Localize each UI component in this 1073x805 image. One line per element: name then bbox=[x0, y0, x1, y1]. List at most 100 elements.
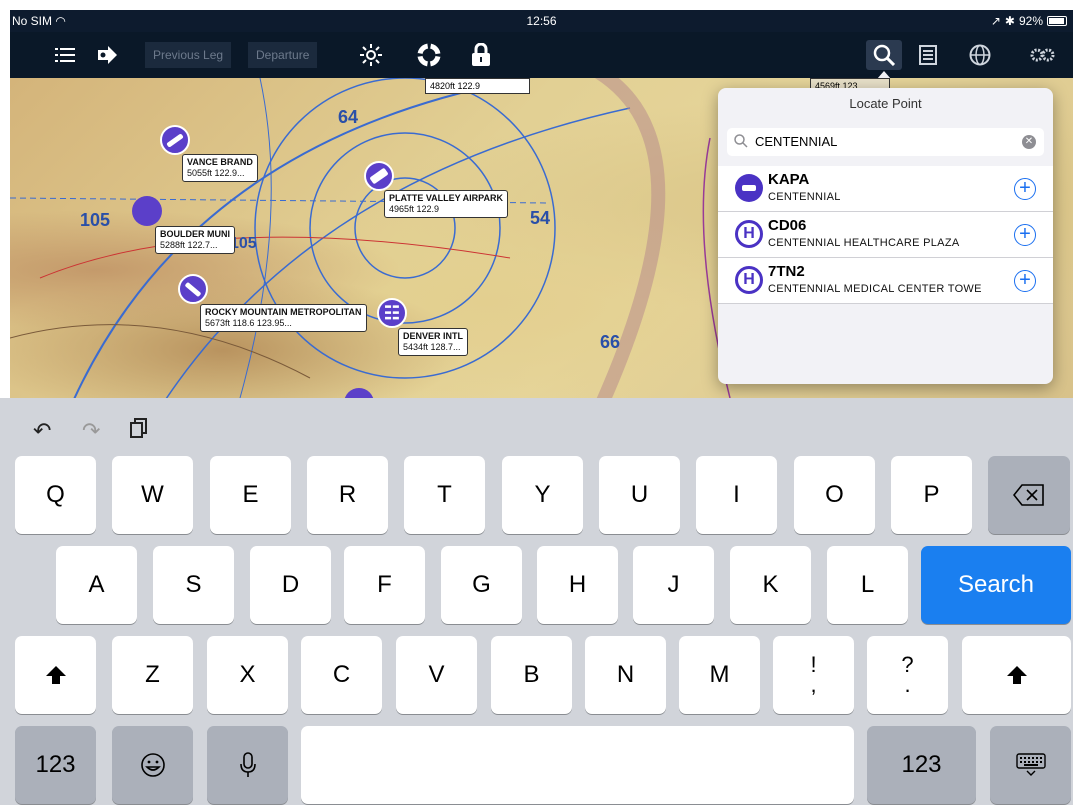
search-icon bbox=[734, 134, 748, 148]
clock: 12:56 bbox=[526, 14, 557, 28]
popover-title: Locate Point bbox=[849, 96, 922, 111]
result-name: CENTENNIAL bbox=[768, 191, 841, 203]
svg-text:64: 64 bbox=[338, 107, 358, 127]
emoji-key[interactable] bbox=[112, 726, 193, 804]
key-s[interactable]: S bbox=[153, 546, 234, 624]
shift-key[interactable] bbox=[15, 636, 96, 714]
dictation-key[interactable] bbox=[207, 726, 288, 804]
airport-label-boulder[interactable]: BOULDER MUNI 5288ft 122.7... bbox=[155, 226, 235, 254]
result-code: KAPA bbox=[768, 171, 810, 188]
key-g[interactable]: G bbox=[441, 546, 522, 624]
backspace-icon bbox=[1013, 484, 1044, 506]
key-q[interactable]: Q bbox=[15, 456, 96, 534]
clear-icon[interactable]: ✕ bbox=[1022, 135, 1036, 149]
key-l[interactable]: L bbox=[827, 546, 908, 624]
redo-icon[interactable]: ↷ bbox=[82, 418, 100, 444]
list-item[interactable]: KAPA CENTENNIAL + bbox=[718, 166, 1053, 212]
airport-label-vance-brand[interactable]: VANCE BRAND 5055ft 122.9... bbox=[182, 154, 258, 182]
airport-label-denver-intl[interactable]: DENVER INTL 5434ft 128.7... bbox=[398, 328, 469, 356]
key-bottom-glyph: . bbox=[904, 672, 911, 697]
location-arrow-icon: ↗ bbox=[990, 14, 1001, 28]
airport-name: ROCKY MOUNTAIN METROPOLITAN bbox=[205, 307, 362, 317]
numbers-key-right[interactable]: 123 bbox=[867, 726, 976, 804]
results-list: KAPA CENTENNIAL + H CD06 CENTENNIAL HEAL… bbox=[718, 166, 1053, 304]
departure-button[interactable]: Departure bbox=[248, 42, 318, 68]
key-k[interactable]: K bbox=[730, 546, 811, 624]
key-n[interactable]: N bbox=[585, 636, 666, 714]
list-item[interactable]: H CD06 CENTENNIAL HEALTHCARE PLAZA + bbox=[718, 212, 1053, 258]
airport-detail: 5673ft 118.6 123.95... bbox=[205, 318, 292, 328]
key-x[interactable]: X bbox=[207, 636, 288, 714]
key-j[interactable]: J bbox=[633, 546, 714, 624]
key-i[interactable]: I bbox=[696, 456, 777, 534]
key-f[interactable]: F bbox=[344, 546, 425, 624]
airport-marker-platte-valley[interactable] bbox=[364, 161, 394, 191]
toolbar: Previous Leg Departure bbox=[10, 32, 1073, 79]
paste-icon[interactable] bbox=[130, 418, 148, 444]
microphone-icon bbox=[239, 752, 256, 777]
search-key[interactable]: Search bbox=[921, 546, 1071, 624]
key-p[interactable]: P bbox=[891, 456, 972, 534]
key-o[interactable]: O bbox=[794, 456, 875, 534]
key-z[interactable]: Z bbox=[112, 636, 193, 714]
list-item[interactable]: H 7TN2 CENTENNIAL MEDICAL CENTER TOWE + bbox=[718, 258, 1053, 304]
airport-marker-vance-brand[interactable] bbox=[160, 125, 190, 155]
add-icon[interactable]: + bbox=[1014, 178, 1036, 200]
globe-icon[interactable] bbox=[965, 40, 995, 70]
key-a[interactable]: A bbox=[56, 546, 137, 624]
key-c[interactable]: C bbox=[301, 636, 382, 714]
airport-name: PLATTE VALLEY AIRPARK bbox=[389, 193, 504, 203]
screen: No SIM ◠ 12:56 ↗ ✱ 92% Previous Leg Depa… bbox=[0, 0, 1073, 805]
key-d[interactable]: D bbox=[250, 546, 331, 624]
key-m[interactable]: M bbox=[679, 636, 760, 714]
key-exclamation-comma[interactable]: !, bbox=[773, 636, 854, 714]
shift-key-right[interactable] bbox=[962, 636, 1071, 714]
previous-leg-button[interactable]: Previous Leg bbox=[145, 42, 232, 68]
svg-text:105: 105 bbox=[80, 210, 110, 230]
lifebuoy-icon[interactable] bbox=[414, 40, 444, 70]
space-key[interactable] bbox=[301, 726, 854, 804]
numbers-key[interactable]: 123 bbox=[15, 726, 96, 804]
layers-icon[interactable] bbox=[913, 40, 943, 70]
key-y[interactable]: Y bbox=[502, 456, 583, 534]
result-name: CENTENNIAL HEALTHCARE PLAZA bbox=[768, 237, 960, 249]
heliport-icon: H bbox=[735, 220, 763, 248]
search-value: CENTENNIAL bbox=[755, 134, 838, 149]
airport-label-rocky-mountain[interactable]: ROCKY MOUNTAIN METROPOLITAN 5673ft 118.6… bbox=[200, 304, 367, 332]
airport-marker-boulder[interactable] bbox=[132, 196, 162, 226]
airport-marker-rocky-mountain[interactable] bbox=[178, 274, 208, 304]
brightness-icon[interactable] bbox=[356, 40, 386, 70]
search-icon[interactable] bbox=[866, 40, 902, 79]
key-t[interactable]: T bbox=[404, 456, 485, 534]
locate-point-popover: Locate Point CENTENNIAL ✕ KAPA CENTENNIA… bbox=[718, 88, 1053, 384]
status-right: ↗ ✱ 92% bbox=[991, 14, 1067, 28]
key-u[interactable]: U bbox=[599, 456, 680, 534]
key-b[interactable]: B bbox=[491, 636, 572, 714]
map-info-box[interactable]: 4820ft 122.9 bbox=[425, 78, 530, 94]
add-icon[interactable]: + bbox=[1014, 270, 1036, 292]
emoji-icon bbox=[140, 753, 165, 777]
heliport-icon: H bbox=[735, 266, 763, 294]
undo-icon[interactable]: ↶ bbox=[33, 418, 51, 444]
settings-gears-icon[interactable] bbox=[1024, 40, 1060, 70]
lock-icon[interactable] bbox=[466, 40, 496, 70]
key-w[interactable]: W bbox=[112, 456, 193, 534]
key-question-period[interactable]: ?. bbox=[867, 636, 948, 714]
airport-name: VANCE BRAND bbox=[187, 157, 253, 167]
search-input[interactable]: CENTENNIAL ✕ bbox=[727, 128, 1044, 156]
key-r[interactable]: R bbox=[307, 456, 388, 534]
dismiss-keyboard-key[interactable] bbox=[990, 726, 1071, 804]
delete-key[interactable] bbox=[988, 456, 1070, 534]
airport-marker-denver-intl[interactable]: ☷ bbox=[377, 298, 407, 328]
result-code: 7TN2 bbox=[768, 263, 805, 280]
list-menu-icon[interactable] bbox=[50, 40, 80, 70]
airport-name: BOULDER MUNI bbox=[160, 229, 230, 239]
key-e[interactable]: E bbox=[210, 456, 291, 534]
key-v[interactable]: V bbox=[396, 636, 477, 714]
add-icon[interactable]: + bbox=[1014, 224, 1036, 246]
airport-label-platte-valley[interactable]: PLATTE VALLEY AIRPARK 4965ft 122.9 bbox=[384, 190, 509, 218]
route-arrow-icon[interactable] bbox=[92, 40, 122, 70]
key-h[interactable]: H bbox=[537, 546, 618, 624]
airport-detail: 5434ft 128.7... bbox=[403, 342, 461, 352]
status-bar: No SIM ◠ 12:56 ↗ ✱ 92% bbox=[10, 10, 1073, 32]
